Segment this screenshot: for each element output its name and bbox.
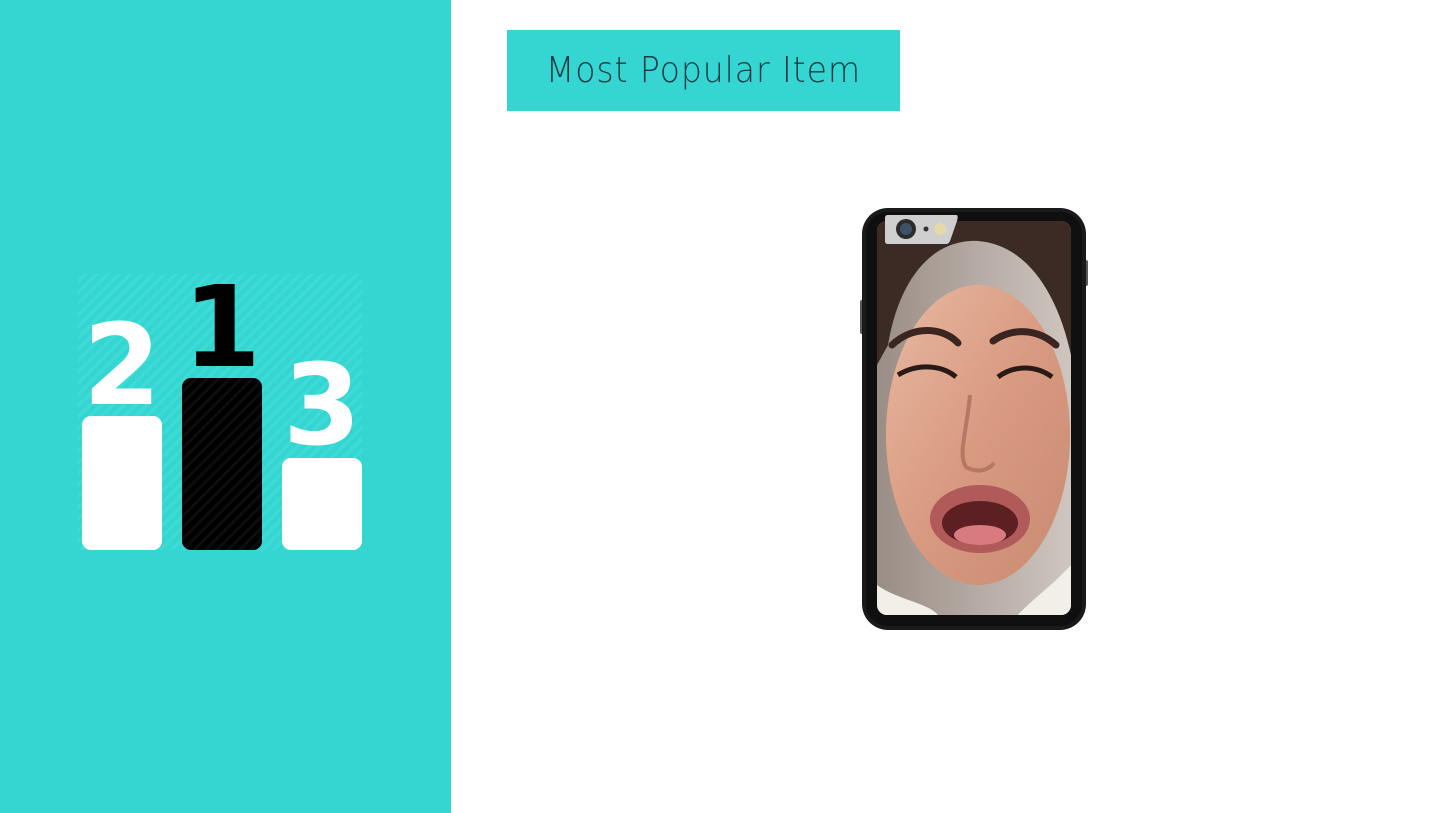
page-title: Most Popular Item [545, 50, 862, 91]
slide: 2 1 3 Most Popular Item [0, 0, 1445, 813]
podium-block-first [182, 378, 262, 550]
title-banner: Most Popular Item [507, 30, 900, 111]
phone-case-image [860, 208, 1088, 630]
podium-label-second: 2 [83, 301, 161, 431]
podium-block-second [82, 416, 162, 550]
podium-block-third [282, 458, 362, 550]
podium-icon: 2 1 3 [78, 268, 362, 550]
podium-label-third: 3 [283, 341, 361, 471]
left-accent-panel: 2 1 3 [0, 0, 451, 813]
podium-label-first: 1 [183, 268, 261, 393]
